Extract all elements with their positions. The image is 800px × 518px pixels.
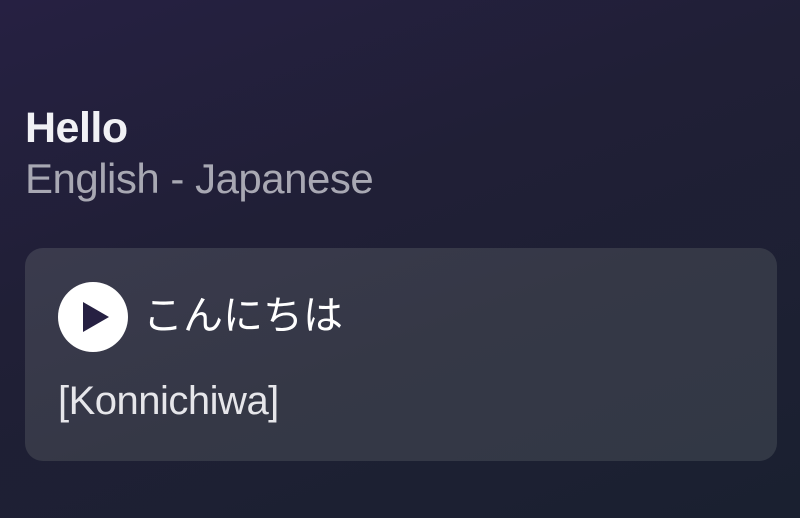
translated-word: こんにちは <box>143 293 343 339</box>
romanization: [Konnichiwa] <box>58 379 279 423</box>
word-header: Hello English - Japanese <box>25 103 374 205</box>
source-word: Hello <box>25 104 128 152</box>
play-audio-button[interactable] <box>58 282 128 352</box>
translation-card: こんにちは [Konnichiwa] <box>25 248 777 461</box>
play-icon <box>83 302 109 332</box>
language-pair: English - Japanese <box>25 155 374 202</box>
